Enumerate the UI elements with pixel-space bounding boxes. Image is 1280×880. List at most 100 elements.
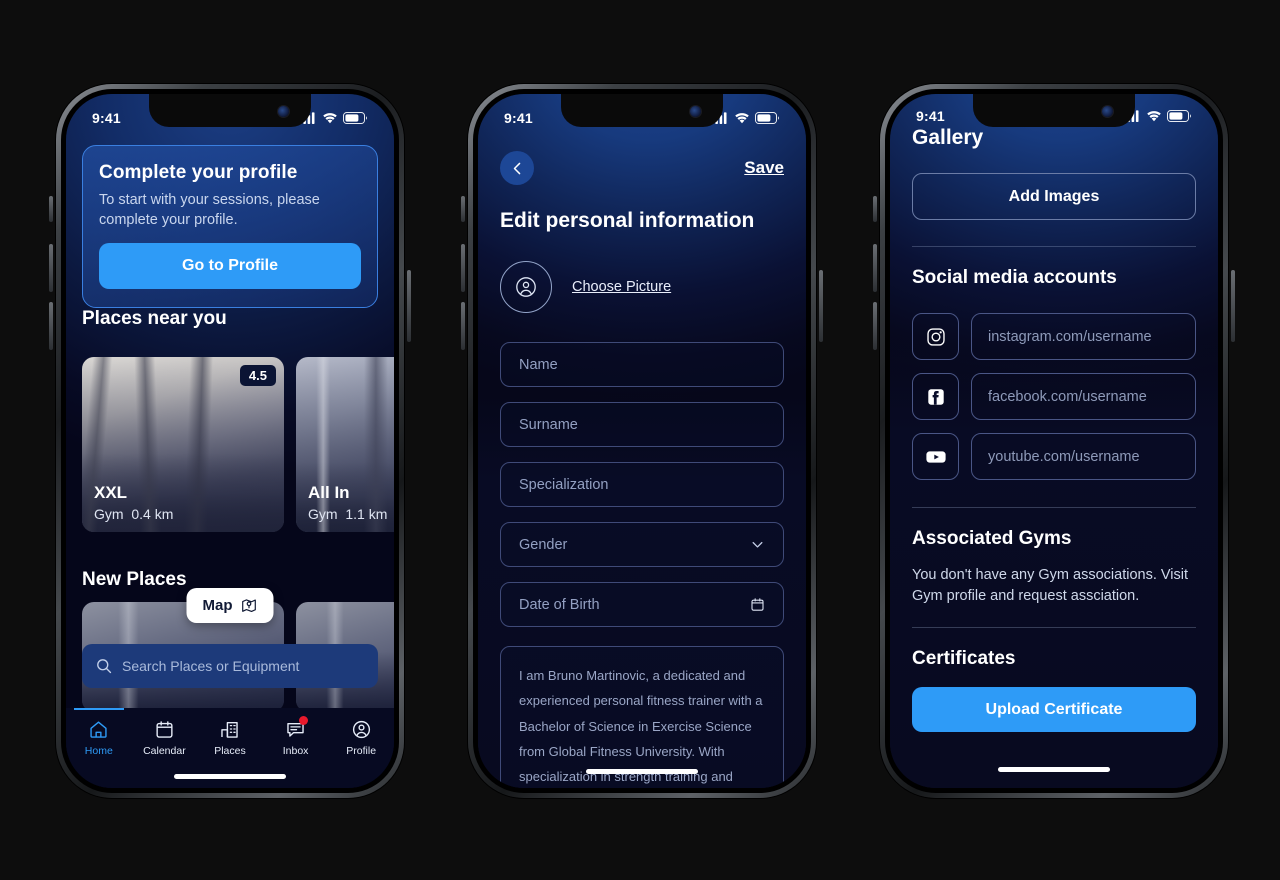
- social-media-heading: Social media accounts: [912, 267, 1117, 288]
- places-near-you-list[interactable]: 4.5 XXL Gym 0.4 km All In Gym 1.1 km: [82, 357, 394, 532]
- front-camera-icon: [1102, 106, 1113, 117]
- volume-up-button[interactable]: [873, 244, 877, 292]
- notch: [561, 94, 723, 127]
- wifi-icon: [1147, 111, 1161, 122]
- screenshot-stage: 9:41 Complete your profile To start with…: [0, 0, 1280, 880]
- status-time: 9:41: [92, 110, 121, 126]
- specialization-placeholder: Specialization: [519, 476, 609, 493]
- place-card[interactable]: All In Gym 1.1 km: [296, 357, 394, 532]
- complete-profile-title: Complete your profile: [99, 162, 298, 183]
- tab-label: Places: [214, 745, 246, 757]
- associated-gyms-heading: Associated Gyms: [912, 528, 1072, 549]
- home-indicator[interactable]: [998, 767, 1110, 772]
- tab-label: Home: [84, 745, 113, 757]
- youtube-icon[interactable]: [912, 433, 959, 480]
- place-meta: XXL Gym 0.4 km: [94, 483, 173, 522]
- wifi-icon: [735, 113, 749, 124]
- instagram-input[interactable]: instagram.com/username: [971, 313, 1196, 360]
- search-input[interactable]: Search Places or Equipment: [82, 644, 378, 688]
- place-subtitle: Gym 1.1 km: [308, 506, 388, 522]
- home-indicator[interactable]: [586, 769, 698, 774]
- nav-row: Save: [500, 150, 784, 186]
- go-to-profile-button[interactable]: Go to Profile: [99, 243, 361, 289]
- youtube-glyph: [925, 450, 946, 463]
- facebook-icon[interactable]: [912, 373, 959, 420]
- place-rating-badge: 4.5: [239, 365, 276, 386]
- tab-label: Inbox: [282, 745, 309, 757]
- tab-places[interactable]: Places: [197, 719, 263, 757]
- battery-icon: [755, 112, 780, 124]
- battery-icon: [343, 112, 368, 124]
- profile-icon: [352, 720, 370, 739]
- instagram-icon[interactable]: [912, 313, 959, 360]
- volume-down-button[interactable]: [873, 302, 877, 350]
- phone-2-screen: 9:41 Save Edit personal information Choo…: [478, 94, 806, 788]
- map-button[interactable]: Map: [186, 588, 274, 623]
- surname-field[interactable]: Surname: [500, 402, 784, 447]
- facebook-placeholder: facebook.com/username: [988, 388, 1147, 405]
- mute-switch[interactable]: [461, 196, 465, 222]
- date-of-birth-field[interactable]: Date of Birth: [500, 582, 784, 627]
- youtube-input[interactable]: youtube.com/username: [971, 433, 1196, 480]
- notch: [149, 94, 311, 127]
- place-name: All In: [308, 483, 350, 502]
- volume-up-button[interactable]: [461, 244, 465, 292]
- chevron-down-icon: [752, 541, 763, 548]
- place-subtitle: Gym 0.4 km: [94, 506, 174, 522]
- choose-picture-link[interactable]: Choose Picture: [572, 279, 671, 295]
- tab-home[interactable]: Home: [66, 708, 132, 757]
- tab-inbox[interactable]: Inbox: [263, 716, 329, 757]
- avatar[interactable]: [500, 261, 552, 313]
- facebook-input[interactable]: facebook.com/username: [971, 373, 1196, 420]
- youtube-placeholder: youtube.com/username: [988, 448, 1140, 465]
- volume-up-button[interactable]: [49, 244, 53, 292]
- phone-1-frame: 9:41 Complete your profile To start with…: [49, 84, 411, 798]
- tab-profile[interactable]: Profile: [328, 719, 394, 757]
- divider: [912, 246, 1196, 247]
- date-of-birth-placeholder: Date of Birth: [519, 596, 600, 613]
- gender-select[interactable]: Gender: [500, 522, 784, 567]
- add-images-button[interactable]: Add Images: [912, 173, 1196, 220]
- search-placeholder: Search Places or Equipment: [122, 658, 300, 674]
- mute-switch[interactable]: [873, 196, 877, 222]
- chevron-left-icon: [513, 162, 520, 174]
- place-card[interactable]: 4.5 XXL Gym 0.4 km: [82, 357, 284, 532]
- volume-down-button[interactable]: [49, 302, 53, 350]
- calendar-icon: [156, 721, 173, 738]
- social-row-youtube: youtube.com/username: [912, 433, 1196, 480]
- search-icon: [97, 659, 112, 674]
- phone-3-frame: 9:41 Gallery Add Images Social media acc…: [873, 84, 1235, 798]
- phone-3-content: Gallery Add Images Social media accounts…: [890, 94, 1218, 788]
- choose-picture-row: Choose Picture: [500, 261, 671, 313]
- wifi-icon: [323, 113, 337, 124]
- save-button[interactable]: Save: [744, 158, 784, 178]
- phone-3-screen: 9:41 Gallery Add Images Social media acc…: [890, 94, 1218, 788]
- front-camera-icon: [690, 106, 701, 117]
- associated-gyms-body: You don't have any Gym associations. Vis…: [912, 567, 1189, 604]
- tab-label: Calendar: [143, 745, 186, 757]
- tab-calendar[interactable]: Calendar: [132, 719, 198, 757]
- divider: [912, 627, 1196, 628]
- power-button[interactable]: [407, 270, 411, 342]
- specialization-field[interactable]: Specialization: [500, 462, 784, 507]
- name-placeholder: Name: [519, 356, 558, 373]
- places-near-you-heading: Places near you: [82, 308, 227, 329]
- gender-placeholder: Gender: [519, 536, 568, 553]
- home-indicator[interactable]: [174, 774, 286, 779]
- home-icon: [90, 721, 107, 738]
- calendar-icon: [751, 598, 764, 611]
- back-button[interactable]: [500, 151, 534, 185]
- bio-textarea[interactable]: I am Bruno Martinovic, a dedicated and e…: [500, 646, 784, 788]
- mute-switch[interactable]: [49, 196, 53, 222]
- power-button[interactable]: [819, 270, 823, 342]
- tab-label: Profile: [346, 745, 377, 757]
- upload-certificate-button[interactable]: Upload Certificate: [912, 687, 1196, 732]
- person-icon: [516, 277, 536, 297]
- phone-2-frame: 9:41 Save Edit personal information Choo…: [461, 84, 823, 798]
- volume-down-button[interactable]: [461, 302, 465, 350]
- places-icon: [221, 721, 239, 738]
- place-meta: All In Gym 1.1 km: [308, 483, 387, 522]
- power-button[interactable]: [1231, 270, 1235, 342]
- name-field[interactable]: Name: [500, 342, 784, 387]
- battery-icon: [1167, 110, 1192, 122]
